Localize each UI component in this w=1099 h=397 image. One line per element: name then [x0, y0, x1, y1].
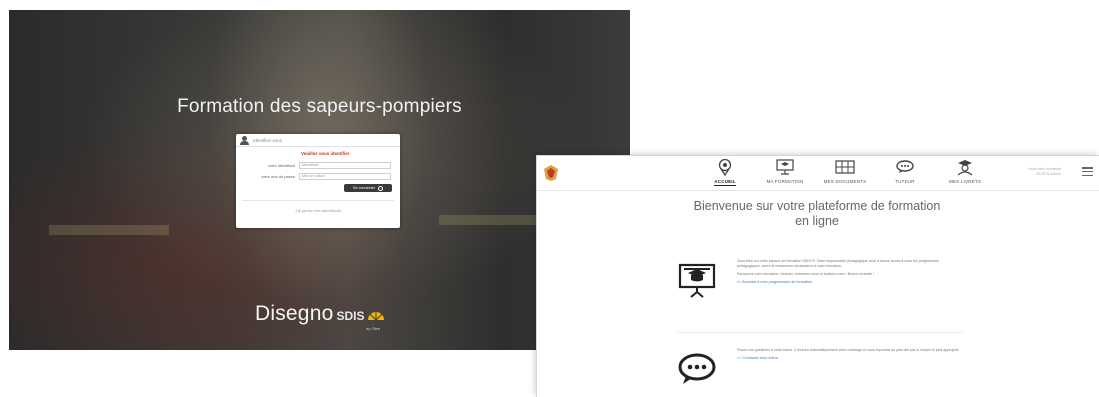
main-nav: ACCUEIL MA FORMATION MES DOCUMENTS TUTEU… — [702, 158, 988, 186]
login-form-header-label: Identifiez-vous — [253, 137, 283, 143]
teaching-board-icon — [678, 263, 716, 298]
map-pin-icon — [714, 158, 736, 176]
formation-paragraph-2: Parcourez votre formation, réussez, entr… — [737, 272, 874, 276]
formation-paragraph-1: Vous êtes sur votre espace de formation … — [737, 259, 939, 268]
login-page-title: Formation des sapeurs-pompiers — [177, 96, 462, 117]
forgot-credentials-link[interactable]: J'ai perdu mes identifiants — [236, 208, 400, 213]
nav-ma-formation[interactable]: MA FORMATION — [762, 158, 808, 186]
nav-label: MA FORMATION — [766, 179, 804, 184]
nav-label: MES DOCUMENTS — [823, 179, 867, 184]
fan-logo-icon — [368, 312, 385, 321]
user-name: SDIS75 Admin — [1036, 172, 1061, 176]
login-form-header: Identifiez-vous — [236, 134, 400, 147]
user-info: Vous êtes connecté SDIS75 Admin — [1028, 167, 1061, 177]
nav-label: MES LIVRETS — [949, 179, 981, 184]
tutor-paragraph-1: Posez vos questions à votre tuteur. Il r… — [737, 348, 960, 352]
formation-section-text: Vous êtes sur votre espace de formation … — [737, 259, 963, 284]
arrow-circle-icon — [378, 185, 384, 191]
nav-label: ACCUEIL — [714, 179, 736, 186]
brand-by: by Ofee — [366, 326, 381, 331]
connect-button-label: Se connecter — [352, 186, 376, 190]
reflective-stripe — [439, 215, 549, 225]
password-input[interactable]: Mot de passe — [299, 173, 391, 180]
documents-icon — [834, 158, 856, 176]
nav-mes-livrets[interactable]: MES LIVRETS — [942, 158, 988, 186]
welcome-title: Bienvenue sur votre plateforme de format… — [693, 199, 941, 228]
password-label: votre mot de passe — [260, 174, 295, 179]
tutor-section-text: Posez vos questions à votre tuteur. Il r… — [737, 348, 963, 360]
brand-sub: SDIS — [336, 309, 365, 323]
login-error-message: Veuillez vous identifier — [301, 151, 350, 156]
login-form: Identifiez-vous Veuillez vous identifier… — [236, 134, 400, 228]
reflective-stripe — [49, 225, 169, 235]
disegno-sdis-logo: Disegno SDIS by Ofee — [255, 302, 385, 331]
presentation-icon — [774, 158, 796, 176]
sdis-emblem-icon[interactable] — [543, 164, 559, 182]
chat-icon — [894, 158, 916, 176]
contact-tutor-link[interactable]: >> Contacter mon tuteur — [737, 356, 963, 360]
identifier-label: votre identifiant — [267, 163, 295, 168]
speech-bubble-icon — [678, 353, 716, 384]
nav-accueil[interactable]: ACCUEIL — [702, 158, 748, 186]
nav-label: TUTEUR — [895, 179, 915, 184]
dashboard-screenshot: ACCUEIL MA FORMATION MES DOCUMENTS TUTEU… — [536, 155, 1099, 397]
divider — [242, 200, 394, 201]
connect-button[interactable]: Se connecter — [344, 184, 392, 192]
formation-programs-link[interactable]: >> Accéder à mes programmes de formation — [737, 280, 963, 284]
nav-tuteur[interactable]: TUTEUR — [882, 158, 928, 186]
nav-mes-documents[interactable]: MES DOCUMENTS — [822, 158, 868, 186]
identifier-row: votre identifiant Identifiant — [242, 162, 391, 169]
graduate-icon — [954, 158, 976, 176]
user-icon — [240, 135, 249, 145]
top-navbar: ACCUEIL MA FORMATION MES DOCUMENTS TUTEU… — [537, 156, 1099, 191]
section-divider — [677, 332, 963, 333]
password-row: votre mot de passe Mot de passe — [242, 173, 391, 180]
identifier-input[interactable]: Identifiant — [299, 162, 391, 169]
brand-name: Disegno — [255, 302, 334, 325]
menu-icon[interactable] — [1082, 167, 1093, 176]
